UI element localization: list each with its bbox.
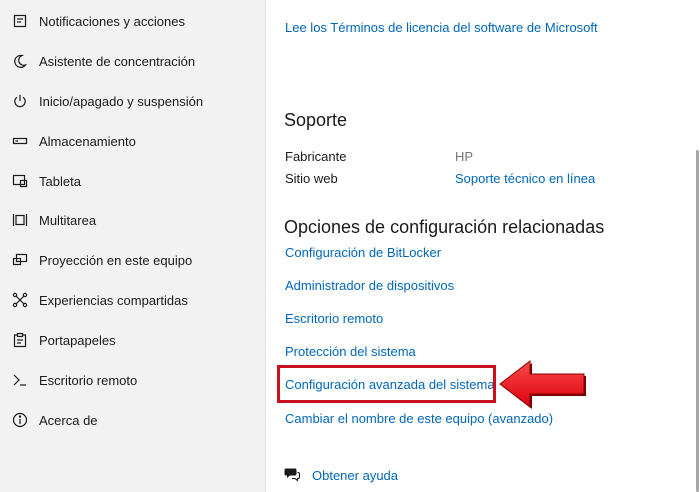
storage-icon xyxy=(12,133,28,149)
scrollbar-thumb[interactable] xyxy=(696,150,699,492)
sidebar-item-storage[interactable]: Almacenamiento xyxy=(0,121,266,161)
projection-icon xyxy=(12,252,28,268)
highlight-box xyxy=(277,365,496,403)
power-icon xyxy=(12,93,28,109)
sidebar-item-label: Inicio/apagado y suspensión xyxy=(39,93,204,109)
manufacturer-label: Fabricante xyxy=(285,149,347,164)
remote-desktop-icon xyxy=(12,372,28,388)
website-label: Sitio web xyxy=(285,171,338,186)
shared-experiences-icon xyxy=(12,292,28,308)
sidebar-item-label: Tableta xyxy=(39,173,81,189)
sidebar-item-label: Proyección en este equipo xyxy=(39,252,193,268)
sidebar-item-about[interactable]: Acerca de xyxy=(0,400,266,440)
sidebar-item-label: Notificaciones y acciones xyxy=(39,13,185,29)
system-protection-link[interactable]: Protección del sistema xyxy=(285,344,416,359)
get-help-link[interactable]: Obtener ayuda xyxy=(312,468,398,483)
sidebar-item-clipboard[interactable]: Portapapeles xyxy=(0,320,266,360)
device-manager-link[interactable]: Administrador de dispositivos xyxy=(285,278,454,293)
sidebar-item-focus-assist[interactable]: Asistente de concentración xyxy=(0,41,266,81)
sidebar-item-label: Asistente de concentración xyxy=(39,53,196,69)
help-chat-icon xyxy=(284,467,300,482)
sidebar-item-label: Escritorio remoto xyxy=(39,372,138,388)
moon-icon xyxy=(12,53,28,69)
info-icon xyxy=(12,412,28,428)
sidebar-item-multitasking[interactable]: Multitarea xyxy=(0,200,266,240)
sidebar-item-projection[interactable]: Proyección en este equipo xyxy=(0,240,266,280)
support-heading: Soporte xyxy=(284,110,348,130)
sidebar-item-label: Acerca de xyxy=(39,412,98,428)
sidebar-item-label: Multitarea xyxy=(39,212,97,228)
remote-desktop-link[interactable]: Escritorio remoto xyxy=(285,311,383,326)
manufacturer-value: HP xyxy=(455,149,474,164)
about-content-pane: Lee los Términos de licencia del softwar… xyxy=(266,0,700,492)
license-terms-link[interactable]: Lee los Términos de licencia del softwar… xyxy=(285,20,598,35)
sidebar-item-tablet[interactable]: Tableta xyxy=(0,161,266,201)
settings-sidebar: Notificaciones y acciones Asistente de c… xyxy=(0,0,266,492)
sidebar-item-label: Portapapeles xyxy=(39,332,116,348)
bitlocker-settings-link[interactable]: Configuración de BitLocker xyxy=(285,245,441,260)
sidebar-item-power-sleep[interactable]: Inicio/apagado y suspensión xyxy=(0,81,266,121)
sidebar-item-shared-experiences[interactable]: Experiencias compartidas xyxy=(0,280,266,320)
sidebar-item-label: Almacenamiento xyxy=(39,133,136,149)
multitasking-icon xyxy=(12,212,28,228)
rename-pc-advanced-link[interactable]: Cambiar el nombre de este equipo (avanza… xyxy=(285,411,553,426)
notifications-icon xyxy=(12,13,28,29)
support-website-link[interactable]: Soporte técnico en línea xyxy=(455,171,595,186)
related-settings-heading: Opciones de configuración relacionadas xyxy=(284,217,605,237)
sidebar-item-remote-desktop[interactable]: Escritorio remoto xyxy=(0,360,266,400)
sidebar-item-label: Experiencias compartidas xyxy=(39,292,188,308)
tablet-icon xyxy=(12,173,28,189)
clipboard-icon xyxy=(12,332,28,348)
sidebar-item-notifications[interactable]: Notificaciones y acciones xyxy=(0,1,266,41)
pointer-arrow-icon xyxy=(499,359,586,409)
